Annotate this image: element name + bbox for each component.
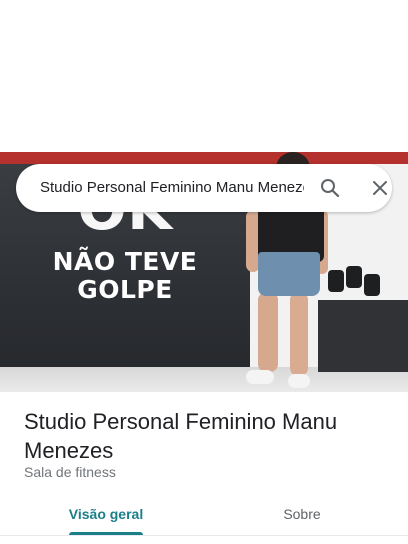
search-icon[interactable]	[318, 176, 342, 200]
wall-text-line1: NÃO TEVE	[52, 247, 198, 276]
person-leg-right	[290, 292, 308, 376]
search-bar[interactable]: Studio Personal Feminino Manu Menezes	[16, 164, 392, 212]
close-icon[interactable]	[368, 176, 392, 200]
tabs-divider	[0, 535, 408, 536]
person-leg-left	[258, 292, 278, 372]
photo-red-stripe	[0, 152, 408, 164]
person-shoe-left	[246, 370, 274, 384]
wall-text-line2: GOLPE	[77, 275, 173, 304]
place-title: Studio Personal Feminino Manu Menezes	[24, 409, 338, 463]
photo-shelf	[318, 300, 408, 372]
tab-overview[interactable]: Visão geral	[32, 494, 180, 536]
map-area-blank	[0, 0, 408, 152]
search-input[interactable]: Studio Personal Feminino Manu Menezes	[40, 164, 304, 212]
place-category[interactable]: Sala de fitness	[24, 464, 116, 480]
place-tabs: Visão geral Sobre	[0, 494, 408, 536]
person-shorts	[258, 252, 320, 296]
person-shoe-right	[288, 374, 310, 388]
photo-weights	[328, 262, 388, 302]
tab-about[interactable]: Sobre	[230, 494, 374, 536]
